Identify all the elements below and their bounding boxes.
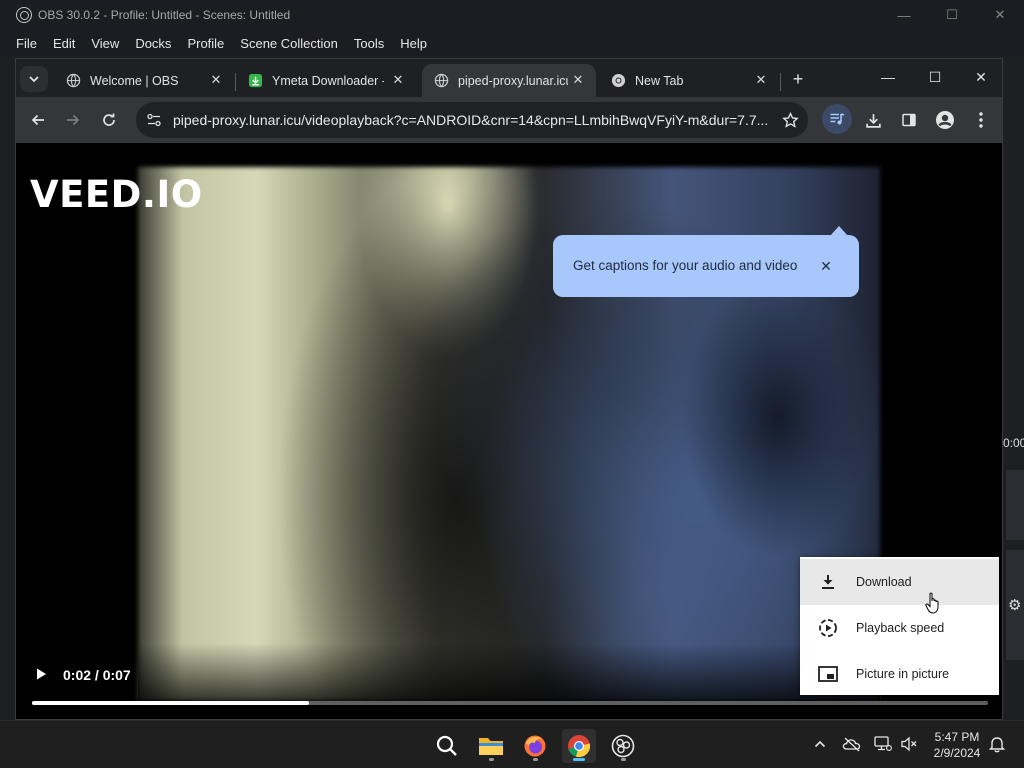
tab-close-icon[interactable]: ✕ xyxy=(570,72,586,88)
caption-promo-text: Get captions for your audio and video xyxy=(573,258,798,273)
obs-menu-view[interactable]: View xyxy=(83,36,127,51)
menu-item-label: Picture in picture xyxy=(856,667,950,681)
tab-label: piped-proxy.lunar.icu xyxy=(458,73,568,88)
desktop: OBS 30.0.2 - Profile: Untitled - Scenes:… xyxy=(0,0,1024,768)
obs-taskbar-icon[interactable] xyxy=(606,729,640,763)
tab-strip: Welcome | OBS ✕ Ymeta Downloader - ✕ pip… xyxy=(16,59,1002,97)
browser-toolbar: piped-proxy.lunar.icu/videoplayback?c=AN… xyxy=(16,97,1002,143)
bookmark-star-icon[interactable] xyxy=(780,110,800,130)
obs-menu-bar: File Edit View Docks Profile Scene Colle… xyxy=(0,30,1024,56)
obs-close-icon[interactable]: ✕ xyxy=(976,0,1024,30)
queue-music-icon xyxy=(830,113,845,125)
tab-close-icon[interactable]: ✕ xyxy=(208,72,224,88)
side-panel-icon[interactable] xyxy=(895,106,923,134)
tab-welcome-obs[interactable]: Welcome | OBS ✕ xyxy=(54,64,234,97)
chrome-maximize-icon[interactable]: ☐ xyxy=(912,59,958,95)
play-icon[interactable] xyxy=(34,667,48,681)
menu-item-playback-speed[interactable]: Playback speed xyxy=(800,605,999,651)
obs-window-controls: — ☐ ✕ xyxy=(880,0,1024,30)
download-toolbar-icon[interactable] xyxy=(859,106,887,134)
obs-minimize-icon[interactable]: — xyxy=(880,0,928,30)
active-indicator xyxy=(573,758,585,761)
reload-icon[interactable] xyxy=(95,106,123,134)
chrome-taskbar-icon[interactable] xyxy=(562,729,596,763)
video-context-menu: Download Playback speed Picture in pictu… xyxy=(800,557,999,695)
obs-menu-tools[interactable]: Tools xyxy=(346,36,392,51)
tab-ymeta-downloader[interactable]: Ymeta Downloader - ✕ xyxy=(236,64,416,97)
taskbar-search-icon[interactable] xyxy=(430,729,464,763)
globe-icon xyxy=(66,73,81,88)
network-icon[interactable] xyxy=(872,733,894,755)
show-hidden-icons-chevron-icon[interactable] xyxy=(809,733,831,755)
menu-item-label: Download xyxy=(856,575,912,589)
menu-item-picture-in-picture[interactable]: Picture in picture xyxy=(800,651,999,697)
onedrive-offline-icon[interactable] xyxy=(841,733,863,755)
chrome-minimize-icon[interactable]: — xyxy=(865,59,911,95)
downloader-icon xyxy=(248,73,263,88)
obs-menu-docks[interactable]: Docks xyxy=(127,36,179,51)
obs-settings-gear-icon[interactable]: ⚙ xyxy=(1008,596,1021,614)
playback-time: 0:02 / 0:07 xyxy=(63,667,131,683)
globe-icon xyxy=(434,73,449,88)
hand-cursor-icon xyxy=(925,592,939,614)
tab-label: Ymeta Downloader - xyxy=(272,73,384,88)
firefox-icon[interactable] xyxy=(518,729,552,763)
running-indicator xyxy=(621,758,626,761)
chrome-menu-icon[interactable] xyxy=(967,106,995,134)
notification-bell-icon[interactable] xyxy=(986,733,1008,755)
profile-avatar-icon[interactable] xyxy=(931,106,959,134)
tab-piped-proxy[interactable]: piped-proxy.lunar.icu ✕ xyxy=(422,64,596,97)
windows-taskbar: 5:47 PM 2/9/2024 xyxy=(0,720,1024,768)
tab-close-icon[interactable]: ✕ xyxy=(753,72,769,88)
close-icon[interactable]: ✕ xyxy=(817,257,835,275)
menu-item-download[interactable]: Download xyxy=(800,559,999,605)
clock-time: 5:47 PM xyxy=(934,730,980,744)
obs-control-strip xyxy=(1006,470,1024,540)
obs-menu-edit[interactable]: Edit xyxy=(45,36,83,51)
obs-logo-icon xyxy=(16,7,32,23)
url-text: piped-proxy.lunar.icu/videoplayback?c=AN… xyxy=(173,112,769,128)
obs-window-title: OBS 30.0.2 - Profile: Untitled - Scenes:… xyxy=(38,8,291,22)
back-arrow-icon[interactable] xyxy=(24,106,52,134)
live-caption-button[interactable] xyxy=(822,104,852,134)
clock-date: 2/9/2024 xyxy=(933,746,981,760)
site-info-icon[interactable] xyxy=(144,110,164,130)
running-indicator xyxy=(533,758,538,761)
picture-in-picture-icon xyxy=(818,664,838,684)
obs-maximize-icon[interactable]: ☐ xyxy=(928,0,976,30)
progress-bar[interactable] xyxy=(32,701,988,705)
menu-item-label: Playback speed xyxy=(856,621,945,635)
address-bar[interactable]: piped-proxy.lunar.icu/videoplayback?c=AN… xyxy=(136,102,808,138)
video-shade xyxy=(138,643,880,701)
running-indicator xyxy=(489,758,494,761)
caption-promo-bubble: Get captions for your audio and video ✕ xyxy=(553,226,859,297)
chrome-close-icon[interactable]: ✕ xyxy=(958,59,1002,95)
system-clock[interactable]: 5:47 PM 2/9/2024 xyxy=(925,729,989,761)
new-tab-plus-icon[interactable]: + xyxy=(786,67,810,91)
tab-search-button[interactable] xyxy=(20,66,48,92)
obs-menu-help[interactable]: Help xyxy=(392,36,435,51)
forward-arrow-icon[interactable] xyxy=(59,106,87,134)
veed-watermark: VEED.IO xyxy=(30,173,203,216)
chrome-window: Welcome | OBS ✕ Ymeta Downloader - ✕ pip… xyxy=(15,58,1003,720)
download-icon xyxy=(818,572,838,592)
file-explorer-icon[interactable] xyxy=(474,729,508,763)
playback-speed-icon xyxy=(818,618,838,638)
obs-time-readout: 0:00 xyxy=(1003,436,1024,450)
tab-label: Welcome | OBS xyxy=(90,73,179,88)
tab-separator xyxy=(780,73,781,91)
volume-muted-icon[interactable] xyxy=(898,733,920,755)
obs-menu-file[interactable]: File xyxy=(8,36,45,51)
tab-new-tab[interactable]: New Tab ✕ xyxy=(599,64,779,97)
progress-fill xyxy=(32,701,310,705)
tab-close-icon[interactable]: ✕ xyxy=(390,72,406,88)
obs-title-bar: OBS 30.0.2 - Profile: Untitled - Scenes:… xyxy=(0,0,1024,30)
obs-menu-scene-collection[interactable]: Scene Collection xyxy=(232,36,346,51)
chrome-icon xyxy=(611,73,626,88)
tab-label: New Tab xyxy=(635,73,684,88)
obs-menu-profile[interactable]: Profile xyxy=(179,36,232,51)
chevron-down-icon xyxy=(29,76,39,83)
